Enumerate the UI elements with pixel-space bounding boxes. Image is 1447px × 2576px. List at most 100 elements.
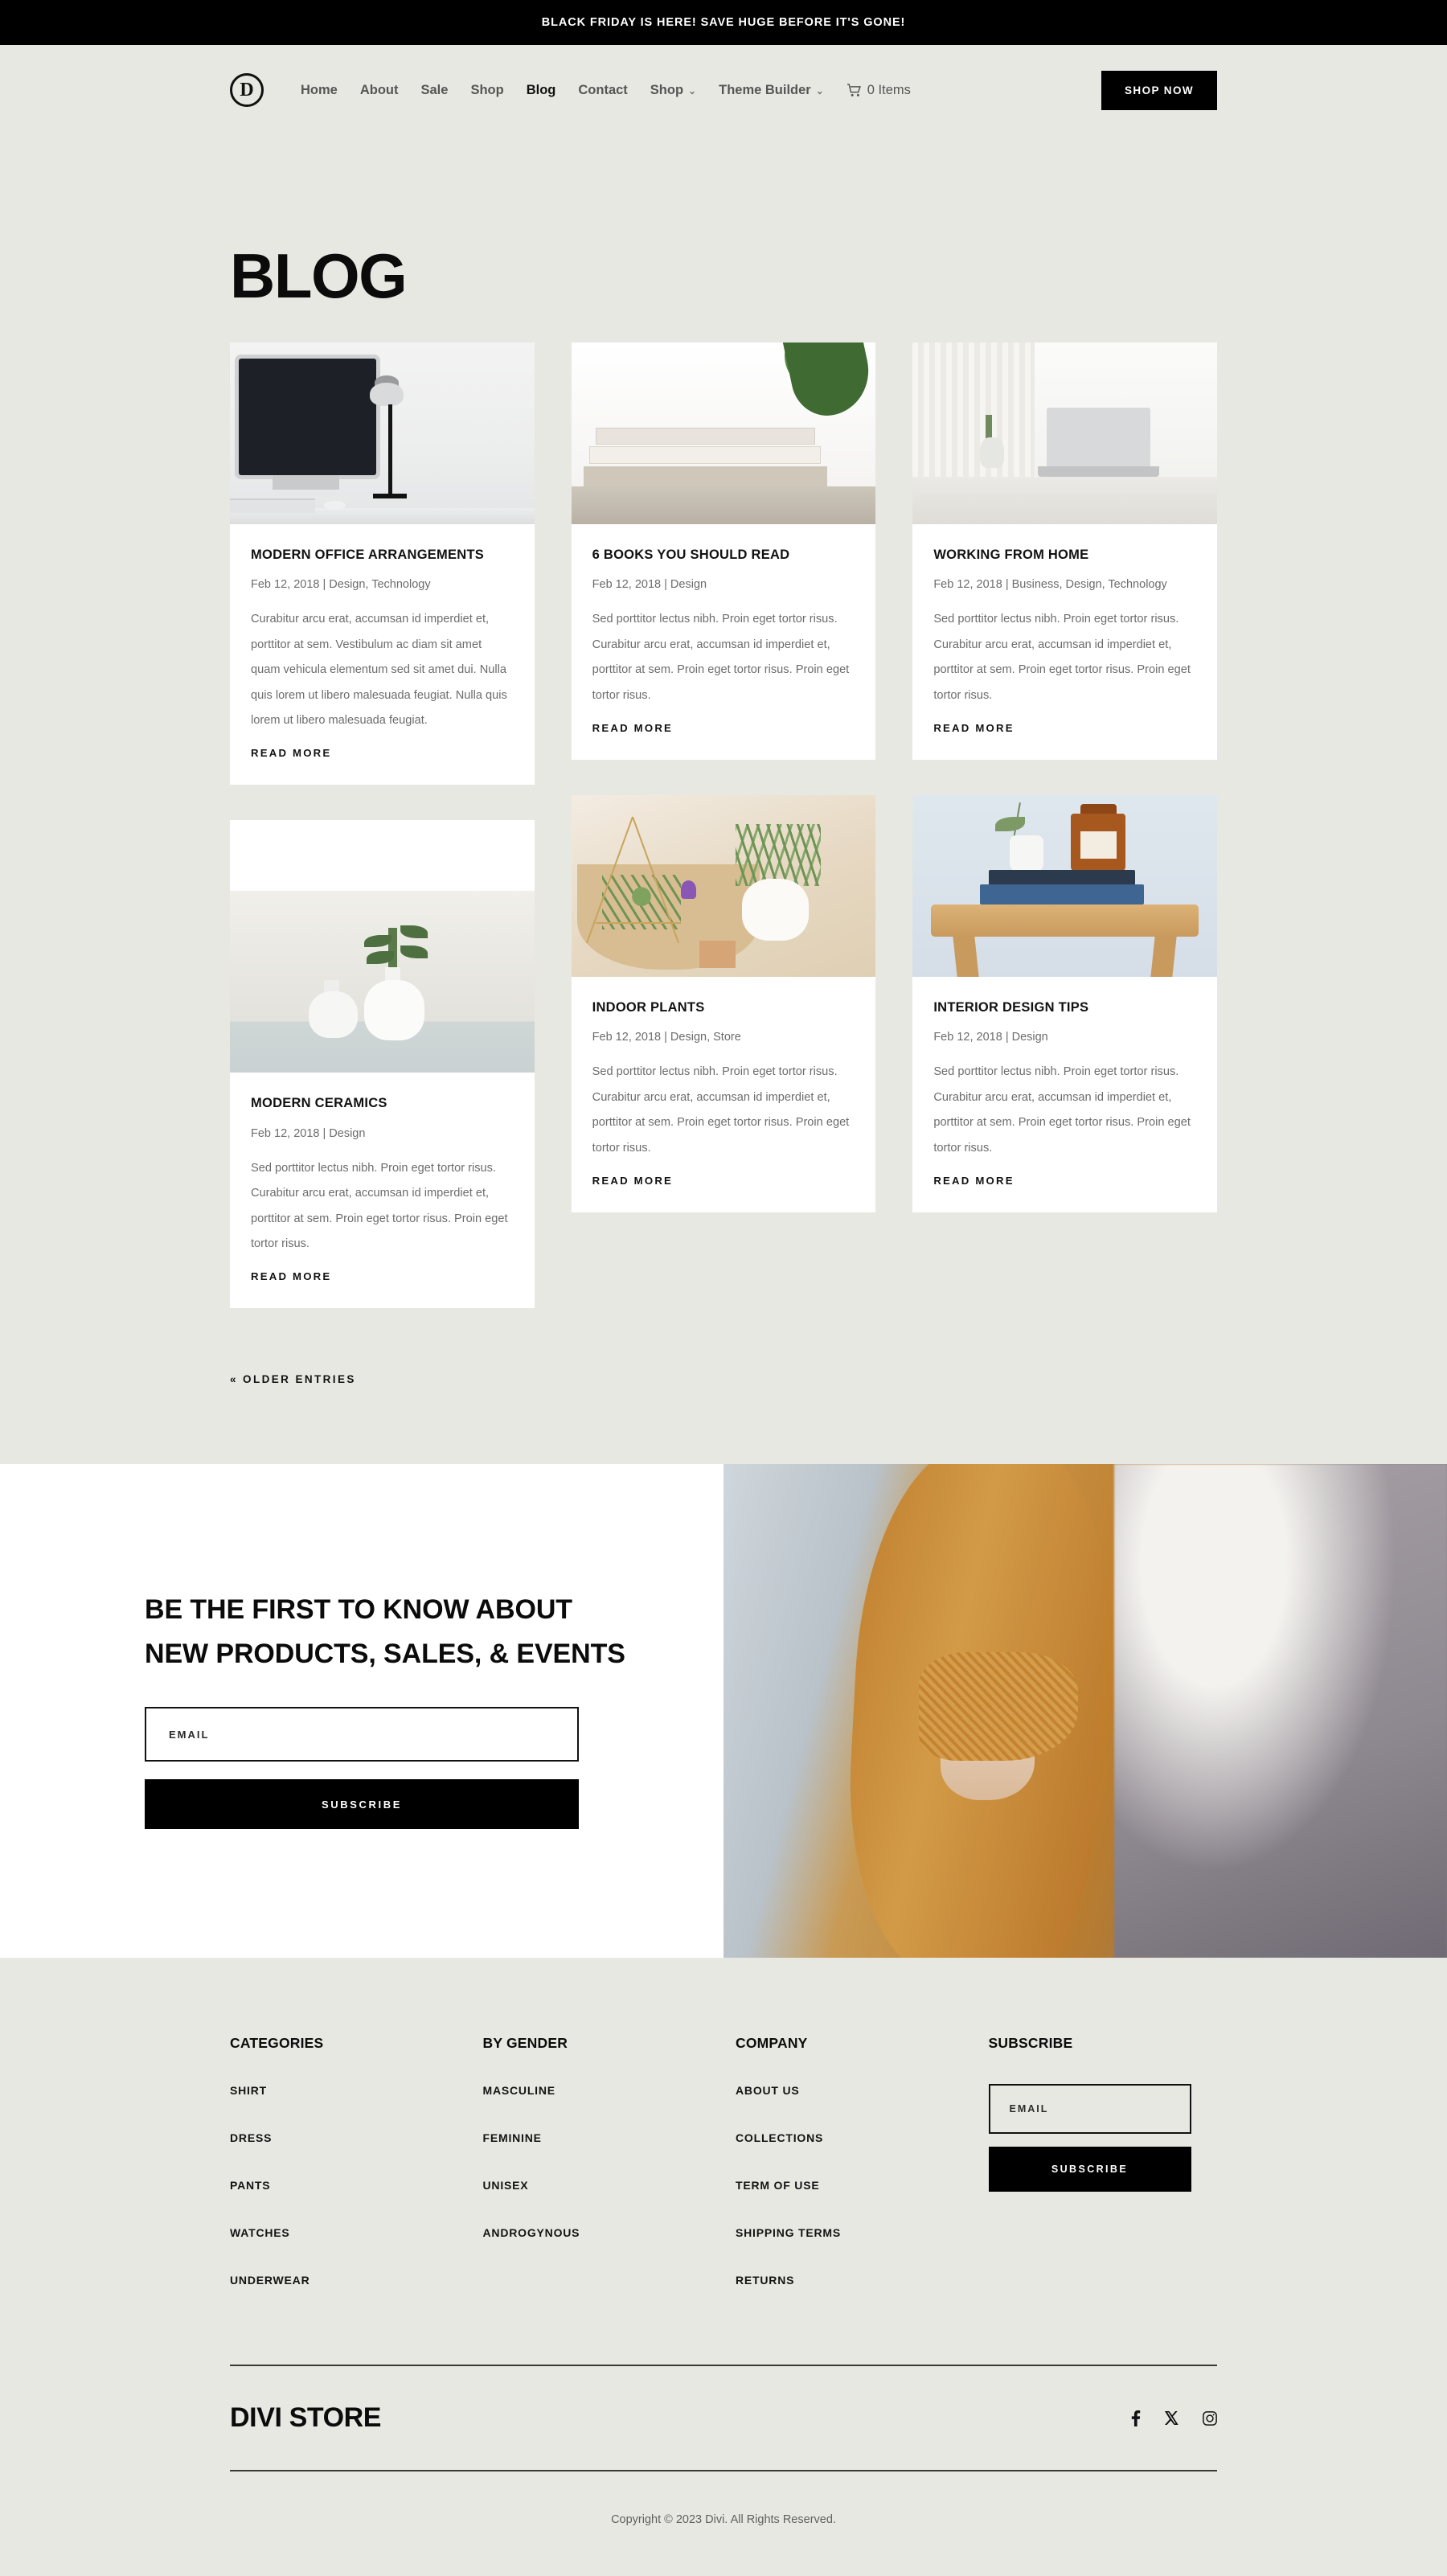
- post-thumbnail[interactable]: [230, 343, 535, 524]
- nav-label: Contact: [578, 82, 628, 97]
- blog-card[interactable]: INTERIOR DESIGN TIPS Feb 12, 2018 | Desi…: [912, 794, 1217, 1212]
- footer-link-watches[interactable]: Watches: [230, 2226, 459, 2239]
- post-meta: Feb 12, 2018 | Design, Store: [592, 1031, 741, 1044]
- footer-link-shipping-terms[interactable]: Shipping Terms: [736, 2226, 965, 2239]
- read-more-link[interactable]: Read More: [933, 1175, 1014, 1187]
- read-more-link[interactable]: Read More: [251, 1270, 331, 1282]
- post-title[interactable]: INTERIOR DESIGN TIPS: [933, 999, 1196, 1016]
- newsletter-form-panel: BE THE FIRST TO KNOW ABOUT NEW PRODUCTS,…: [0, 1464, 724, 1959]
- newsletter-email-placeholder: Email: [169, 1728, 210, 1741]
- read-more-link[interactable]: Read More: [933, 722, 1014, 734]
- x-twitter-icon[interactable]: [1165, 2411, 1179, 2426]
- read-more-link[interactable]: Read More: [592, 722, 673, 734]
- site-footer: Categories Shirt Dress Pants Watches Und…: [0, 1958, 1447, 2574]
- blog-card[interactable]: MODERN CERAMICS Feb 12, 2018 | Design Se…: [230, 820, 535, 1309]
- post-excerpt: Sed porttitor lectus nibh. Proin eget to…: [933, 613, 1191, 702]
- post-body: 6 BOOKS YOU SHOULD READ Feb 12, 2018 | D…: [572, 524, 876, 760]
- newsletter-section: BE THE FIRST TO KNOW ABOUT NEW PRODUCTS,…: [0, 1464, 1447, 1959]
- post-excerpt: Curabitur arcu erat, accumsan id imperdi…: [251, 613, 507, 727]
- footer-link-feminine[interactable]: Feminine: [483, 2131, 712, 2144]
- post-excerpt: Sed porttitor lectus nibh. Proin eget to…: [592, 1065, 850, 1155]
- footer-link-returns[interactable]: Returns: [736, 2274, 965, 2287]
- blog-page: BLOG MODERN OFFICE ARRANGEMENTS Feb 12, …: [0, 135, 1447, 1465]
- nav-label: Shop: [650, 82, 684, 97]
- nav-label: Shop: [470, 82, 504, 97]
- post-meta: Feb 12, 2018 | Business, Design, Technol…: [933, 578, 1167, 592]
- footer-link-shirt[interactable]: Shirt: [230, 2084, 459, 2097]
- site-header: D Home About Sale Shop Blog Contact Shop…: [0, 45, 1447, 135]
- logo-letter: D: [240, 80, 254, 100]
- card-offset-spacer: [230, 820, 535, 891]
- nav-label: Home: [301, 82, 338, 97]
- nav-item-blog[interactable]: Blog: [515, 83, 568, 98]
- post-body: INTERIOR DESIGN TIPS Feb 12, 2018 | Desi…: [912, 977, 1217, 1212]
- footer-link-term-of-use[interactable]: Term of Use: [736, 2179, 965, 2192]
- nav-label: Blog: [526, 82, 556, 97]
- footer-subscribe-button[interactable]: Subscribe: [988, 2147, 1191, 2192]
- nav-item-home[interactable]: Home: [289, 83, 349, 98]
- laptop-desk-by-window-image: [912, 343, 1217, 524]
- facebook-icon[interactable]: [1131, 2410, 1141, 2426]
- post-body: INDOOR PLANTS Feb 12, 2018 | Design, Sto…: [572, 977, 876, 1212]
- logo-icon[interactable]: D: [230, 73, 264, 107]
- post-thumbnail[interactable]: [912, 343, 1217, 524]
- post-title[interactable]: 6 BOOKS YOU SHOULD READ: [592, 547, 855, 564]
- nav-item-shop[interactable]: Shop: [459, 83, 514, 98]
- social-links: [1131, 2410, 1217, 2426]
- instagram-icon[interactable]: [1203, 2410, 1217, 2426]
- post-thumbnail[interactable]: [571, 794, 876, 977]
- newsletter-heading: BE THE FIRST TO KNOW ABOUT NEW PRODUCTS,…: [145, 1594, 625, 1670]
- post-title[interactable]: INDOOR PLANTS: [592, 999, 855, 1016]
- nav-item-theme-builder[interactable]: Theme Builder ⌄: [707, 83, 835, 98]
- post-title[interactable]: WORKING FROM HOME: [933, 547, 1196, 564]
- post-title[interactable]: MODERN CERAMICS: [251, 1095, 514, 1112]
- older-entries-link[interactable]: « Older Entries: [230, 1373, 356, 1385]
- post-meta: Feb 12, 2018 | Design, Technology: [251, 578, 431, 592]
- footer-link-about-us[interactable]: About Us: [736, 2084, 965, 2097]
- footer-column-categories: Categories Shirt Dress Pants Watches Und…: [230, 2035, 459, 2321]
- air-plants-in-brass-himmeli-image: [571, 794, 876, 977]
- white-ceramic-vases-with-sprig-image: [230, 891, 535, 1073]
- read-more-link[interactable]: Read More: [592, 1175, 673, 1187]
- blog-card[interactable]: WORKING FROM HOME Feb 12, 2018 | Busines…: [912, 343, 1217, 760]
- footer-heading: Subscribe: [988, 2035, 1073, 2052]
- announcement-text: BLACK FRIDAY IS HERE! SAVE HUGE BEFORE I…: [541, 16, 906, 29]
- blog-card[interactable]: MODERN OFFICE ARRANGEMENTS Feb 12, 2018 …: [230, 343, 535, 786]
- newsletter-email-input[interactable]: Email: [145, 1707, 579, 1762]
- post-thumbnail[interactable]: [571, 343, 876, 524]
- nav-item-contact[interactable]: Contact: [567, 83, 638, 98]
- books-and-amber-bottle-on-stool-image: [912, 794, 1217, 977]
- nav-item-sale[interactable]: Sale: [410, 83, 460, 98]
- read-more-link[interactable]: Read More: [251, 747, 331, 759]
- newsletter-subscribe-button[interactable]: Subscribe: [145, 1779, 579, 1830]
- shop-now-button[interactable]: Shop Now: [1101, 70, 1217, 110]
- footer-heading: Categories: [230, 2035, 324, 2052]
- footer-link-masculine[interactable]: Masculine: [483, 2084, 712, 2097]
- post-meta: Feb 12, 2018 | Design: [933, 1031, 1048, 1044]
- footer-link-androgynous[interactable]: Androgynous: [483, 2226, 712, 2239]
- blog-grid: MODERN OFFICE ARRANGEMENTS Feb 12, 2018 …: [230, 343, 1217, 1352]
- footer-link-dress[interactable]: Dress: [230, 2131, 459, 2144]
- cart-link[interactable]: 0 Items: [835, 83, 911, 98]
- nav-item-shop-dropdown[interactable]: Shop ⌄: [639, 83, 707, 98]
- post-thumbnail[interactable]: [230, 891, 535, 1073]
- footer-link-underwear[interactable]: Underwear: [230, 2274, 459, 2287]
- nav-item-about[interactable]: About: [349, 83, 410, 98]
- footer-link-collections[interactable]: Collections: [736, 2131, 965, 2144]
- blog-card[interactable]: 6 BOOKS YOU SHOULD READ Feb 12, 2018 | D…: [571, 343, 876, 760]
- woman-in-mustard-sweater-image: [724, 1464, 1447, 1959]
- footer-brand-name: DIVI STORE: [230, 2402, 382, 2434]
- footer-link-pants[interactable]: Pants: [230, 2179, 459, 2192]
- copyright-text: Copyright © 2023 Divi. All Rights Reserv…: [611, 2513, 836, 2527]
- blog-card[interactable]: INDOOR PLANTS Feb 12, 2018 | Design, Sto…: [571, 794, 876, 1212]
- footer-email-input[interactable]: Email: [988, 2084, 1191, 2135]
- post-thumbnail[interactable]: [912, 794, 1217, 977]
- cart-count-label: 0 Items: [867, 82, 911, 97]
- footer-link-unisex[interactable]: Unisex: [483, 2179, 712, 2192]
- post-title[interactable]: MODERN OFFICE ARRANGEMENTS: [251, 547, 514, 564]
- footer-heading: Company: [736, 2035, 808, 2052]
- footer-column-subscribe: Subscribe Email Subscribe: [988, 2035, 1218, 2321]
- chevron-down-icon: ⌄: [688, 85, 697, 96]
- post-body: MODERN CERAMICS Feb 12, 2018 | Design Se…: [230, 1073, 535, 1308]
- desk-with-monitor-and-lamp-image: [230, 343, 535, 524]
